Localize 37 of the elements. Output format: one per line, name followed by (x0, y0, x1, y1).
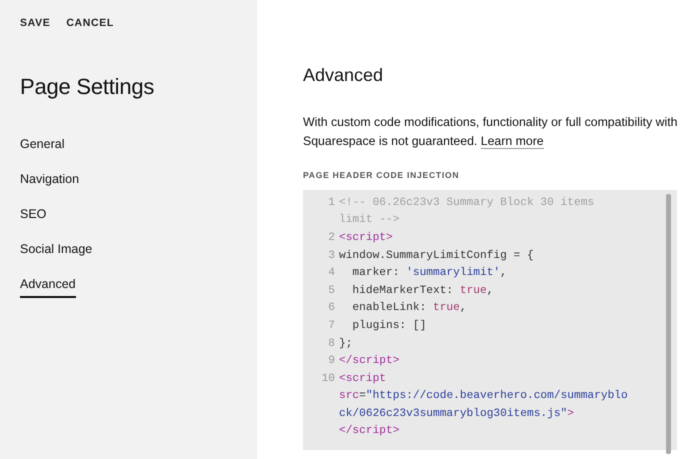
code-line: </script> (339, 354, 400, 370)
learn-more-link[interactable]: Learn more (480, 134, 544, 149)
line-number: 9 (327, 354, 336, 370)
code-line: window.SummaryLimitConfig = { (339, 248, 534, 264)
code-line: marker: 'summarylimit', (351, 266, 507, 282)
line-number: 7 (327, 318, 336, 334)
code-line: <!-- 06.26c23v3 Summary Block 30 items (339, 196, 594, 211)
code-line: hideMarkerText: true, (351, 284, 494, 299)
code-line: enableLink: true, (351, 300, 467, 316)
line-number: 8 (327, 336, 336, 352)
line-number: 4 (327, 266, 336, 282)
code-line: ck/0626c23v3summaryblog30items.js"> (339, 406, 574, 422)
save-button[interactable]: SAVE (20, 16, 50, 32)
nav-item[interactable]: SEO (20, 205, 46, 228)
line-number: 5 (327, 284, 336, 299)
code-line: <script (339, 372, 386, 387)
line-number: 1 (327, 196, 336, 211)
code-line: </script> (339, 424, 400, 440)
line-number: 3 (327, 248, 336, 264)
nav-item[interactable]: General (20, 134, 64, 158)
field-label: PAGE HEADER CODE INJECTION (303, 169, 460, 182)
line-number: 6 (327, 301, 336, 316)
line-number: 2 (327, 230, 336, 246)
nav-item[interactable]: Advanced (20, 274, 76, 298)
nav-item[interactable]: Navigation (20, 170, 80, 192)
nav-item[interactable]: Social Image (20, 240, 92, 263)
scrollbar-thumb[interactable] (666, 194, 671, 454)
line-number: 10 (320, 372, 336, 387)
code-line: <script> (339, 230, 393, 246)
page-title: Page Settings (20, 72, 156, 101)
code-line: }; (339, 336, 352, 352)
code-line: limit --> (339, 212, 400, 228)
code-line: plugins: [] (351, 318, 426, 334)
cancel-button[interactable]: CANCEL (66, 16, 114, 32)
code-line: src="https://code.beaverhero.com/summaryblo (339, 388, 628, 404)
description-text: With custom code modifications, functionality or full compatibility with Squarespace is not guaranteed. Learn more (303, 114, 679, 151)
section-title: Advanced (303, 64, 384, 87)
